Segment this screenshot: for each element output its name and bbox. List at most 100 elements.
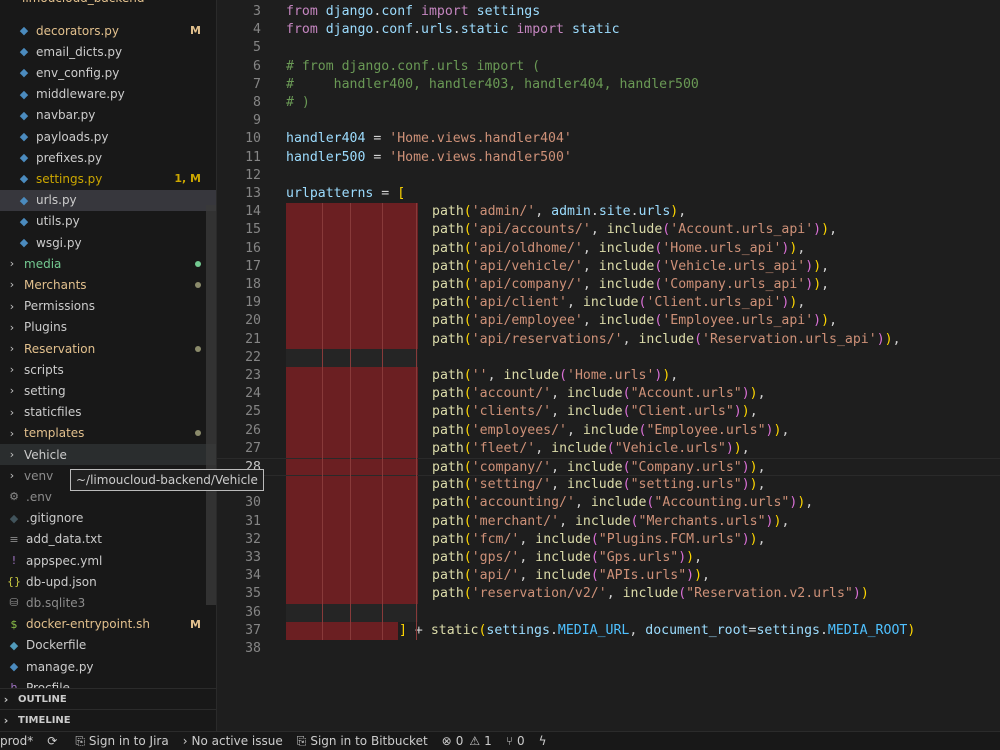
- code-text: path('merchant/', include("Merchants.url…: [432, 513, 790, 529]
- file-item[interactable]: ≡ add_data.txt: [0, 529, 216, 550]
- text-file-icon: ≡: [9, 532, 19, 546]
- code-line[interactable]: 38: [217, 640, 1000, 658]
- code-text: path('api/company/', include('Company.ur…: [432, 277, 830, 292]
- code-line[interactable]: 17 path('api/vehicle/', include('Vehicle.…: [217, 258, 1000, 276]
- file-item[interactable]: ◆ prefixes.py: [0, 147, 216, 168]
- code-line[interactable]: 28 path('company/', include("Company.urls…: [217, 458, 1000, 477]
- file-item[interactable]: ◆ payloads.py: [0, 126, 216, 147]
- line-number: 27: [245, 440, 261, 456]
- code-line[interactable]: 24 path('account/', include("Account.urls…: [217, 385, 1000, 403]
- file-item[interactable]: ◆ middleware.py: [0, 84, 216, 105]
- folder-item[interactable]: › Permissions: [0, 296, 216, 317]
- code-line[interactable]: 14 path('admin/', admin.site.urls),: [217, 203, 1000, 221]
- folder-item[interactable]: › templates: [0, 423, 216, 444]
- active-issue-button[interactable]: › No active issue: [183, 734, 283, 748]
- code-line[interactable]: 31 path('merchant/', include("Merchants.u…: [217, 513, 1000, 531]
- folder-item[interactable]: › Vehicle: [0, 444, 216, 465]
- code-text: handler404 = 'Home.views.handler404': [286, 131, 572, 147]
- code-line[interactable]: 33 path('gps/', include("Gps.urls")),: [217, 549, 1000, 567]
- code-line[interactable]: 29path('setting/', include("setting.urls…: [217, 476, 1000, 494]
- code-line[interactable]: 12: [217, 167, 1000, 185]
- code-line[interactable]: 13 urlpatterns = [: [217, 185, 1000, 203]
- folder-item[interactable]: › media: [0, 253, 216, 274]
- bitbucket-signin-button[interactable]: ⎘ Sign in to Bitbucket: [297, 734, 428, 749]
- sync-button[interactable]: ⟳: [47, 734, 61, 748]
- folder-item[interactable]: › setting: [0, 380, 216, 401]
- file-item[interactable]: ◆ urls.py: [0, 189, 216, 211]
- chevron-right-icon: ›: [9, 363, 15, 377]
- jira-signin-button[interactable]: ⎘ Sign in to Jira: [75, 734, 168, 749]
- code-line[interactable]: 34 path('api/', include("APIs.urls")),: [217, 567, 1000, 585]
- code-text: path('fleet/', include("Vehicle.urls")),: [432, 440, 750, 456]
- outline-section-header[interactable]: › OUTLINE: [0, 688, 216, 709]
- code-line[interactable]: 20 path('api/employee', include('Employee…: [217, 312, 1000, 330]
- sidebar-scrollbar[interactable]: [206, 205, 216, 605]
- branch-name: prod*: [0, 734, 34, 748]
- file-item[interactable]: ! appspec.yml: [0, 550, 216, 571]
- chevron-right-icon: ›: [9, 405, 15, 419]
- code-line[interactable]: 16 path('api/oldhome/', include('Home.url…: [217, 240, 1000, 258]
- code-line[interactable]: 8 # ): [217, 94, 1000, 112]
- code-line[interactable]: 32 path('fcm/', include("Plugins.FCM.urls…: [217, 531, 1000, 549]
- file-item[interactable]: ◆ settings.py 1, M: [0, 168, 216, 189]
- file-item[interactable]: ◆ manage.py: [0, 656, 216, 677]
- timeline-section-header[interactable]: › TIMELINE: [0, 709, 216, 730]
- line-number: 20: [245, 313, 261, 329]
- code-line[interactable]: 4 from django.conf.urls.static import sta…: [217, 21, 1000, 39]
- file-item[interactable]: {} db-upd.json: [0, 571, 216, 592]
- problems-button[interactable]: ⊗ 0 ⚠ 1: [442, 734, 492, 748]
- file-item[interactable]: ◆ decorators.py M: [0, 20, 216, 41]
- file-item[interactable]: ◆ Dockerfile: [0, 635, 216, 656]
- code-line[interactable]: 19 path('api/client', include('Client.url…: [217, 294, 1000, 312]
- code-line[interactable]: 11 handler500 = 'Home.views.handler500': [217, 149, 1000, 167]
- file-item[interactable]: $ docker-entrypoint.sh M: [0, 614, 216, 635]
- line-number: 34: [245, 568, 261, 584]
- code-line[interactable]: 23 path('', include('Home.urls')),: [217, 367, 1000, 385]
- code-line[interactable]: 26 path('employees/', include("Employee.u…: [217, 422, 1000, 440]
- file-item[interactable]: ◆ utils.py: [0, 211, 216, 232]
- file-item[interactable]: ◆ wsgi.py: [0, 232, 216, 253]
- code-line[interactable]: 10 handler404 = 'Home.views.handler404': [217, 130, 1000, 148]
- code-text: path('api/reservations/', include('Reser…: [432, 331, 901, 347]
- code-line[interactable]: 35 path('reservation/v2/', include("Reser…: [217, 585, 1000, 603]
- chevron-right-icon: ›: [9, 384, 15, 398]
- bitbucket-icon: ⎘: [296, 733, 307, 748]
- code-line[interactable]: 6 # from django.conf.urls import (: [217, 58, 1000, 76]
- code-line[interactable]: 9: [217, 112, 1000, 130]
- line-number: 15: [245, 222, 261, 238]
- code-line[interactable]: 3 from django.conf import settings: [217, 3, 1000, 21]
- file-item[interactable]: ◆ email_dicts.py: [0, 41, 216, 62]
- code-line[interactable]: 7 # handler400, handler403, handler404, h…: [217, 76, 1000, 94]
- file-item[interactable]: ◆ navbar.py: [0, 105, 216, 126]
- code-line[interactable]: 27 path('fleet/', include("Vehicle.urls")…: [217, 440, 1000, 458]
- code-line[interactable]: 21 path('api/reservations/', include('Res…: [217, 331, 1000, 349]
- code-line[interactable]: 37] + static(settings.MEDIA_URL, documen…: [217, 622, 1000, 640]
- file-item[interactable]: ⛁ db.sqlite3: [0, 592, 216, 613]
- code-line[interactable]: 15 path('api/accounts/', include('Account…: [217, 221, 1000, 239]
- folder-item[interactable]: › Reservation: [0, 338, 216, 359]
- file-item[interactable]: ◆ env_config.py: [0, 62, 216, 83]
- ports-button[interactable]: ⑂ 0: [506, 734, 525, 748]
- yaml-file-icon: !: [11, 554, 17, 567]
- tree-item-label: .env: [26, 489, 52, 504]
- code-editor[interactable]: 3 from django.conf import settings 4 from d…: [217, 0, 1000, 731]
- lightning-button[interactable]: ϟ: [539, 734, 551, 748]
- tree-item-label: docker-entrypoint.sh: [26, 617, 150, 632]
- line-number: 18: [245, 277, 261, 292]
- file-item[interactable]: ◆ .gitignore: [0, 508, 216, 529]
- folder-item[interactable]: › scripts: [0, 359, 216, 380]
- code-line[interactable]: 22: [217, 349, 1000, 367]
- folder-item[interactable]: › staticfiles: [0, 402, 216, 423]
- branch-indicator[interactable]: prod*: [0, 734, 33, 748]
- explorer-root-folder[interactable]: limoucloud_backend: [0, 0, 216, 7]
- code-text: path('reservation/v2/', include("Reserva…: [432, 586, 869, 602]
- code-line[interactable]: 25 path('clients/', include("Client.urls"…: [217, 403, 1000, 421]
- code-line[interactable]: 30 path('accounting/', include("Accountin…: [217, 494, 1000, 512]
- code-line[interactable]: 5: [217, 39, 1000, 57]
- line-number: 5: [253, 40, 261, 56]
- code-line[interactable]: 18 path('api/company/', include('Company.…: [217, 276, 1000, 294]
- python-file-icon: ◆: [19, 66, 29, 80]
- folder-item[interactable]: › Plugins: [0, 317, 216, 338]
- folder-item[interactable]: › Merchants: [0, 274, 216, 295]
- code-line[interactable]: 36: [217, 604, 1000, 622]
